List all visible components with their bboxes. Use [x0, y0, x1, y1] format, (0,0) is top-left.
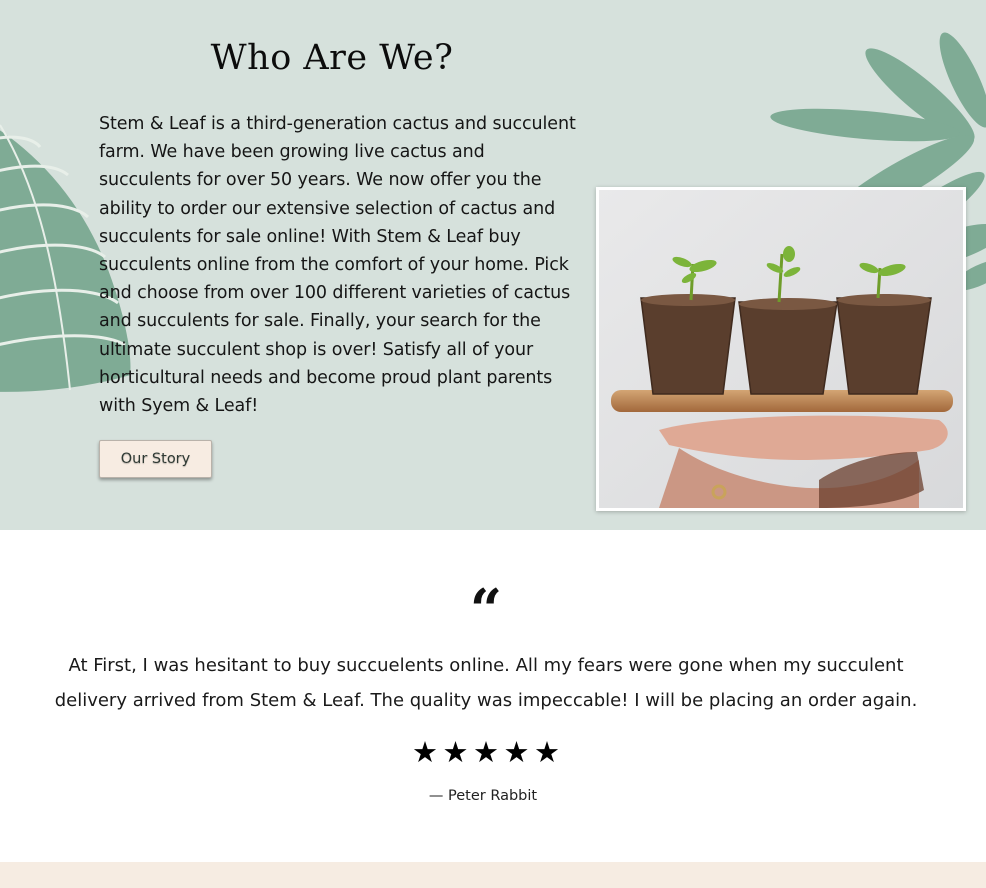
star-rating: ★ ★ ★ ★ ★ [0, 732, 972, 772]
testimonial-text: At First, I was hesitant to buy succuele… [54, 655, 918, 711]
star-icon: ★ [442, 735, 469, 769]
quote-mark-icon: “ [469, 577, 503, 643]
product-photo-frame [596, 187, 966, 511]
testimonial-author: — Peter Rabbit [428, 788, 538, 804]
about-section: Who Are We? Stem & Leaf is a third-gener… [0, 0, 986, 530]
footer-band [0, 862, 986, 888]
star-icon: ★ [473, 735, 499, 769]
seedlings-photo [599, 190, 963, 508]
star-icon: ★ [503, 735, 530, 769]
star-icon: ★ [412, 735, 438, 769]
section-title: Who Are We? [210, 38, 454, 78]
about-description: Stem & Leaf is a third-generation cactus… [99, 114, 576, 417]
our-story-button[interactable]: Our Story [99, 440, 212, 478]
star-icon: ★ [534, 735, 560, 769]
